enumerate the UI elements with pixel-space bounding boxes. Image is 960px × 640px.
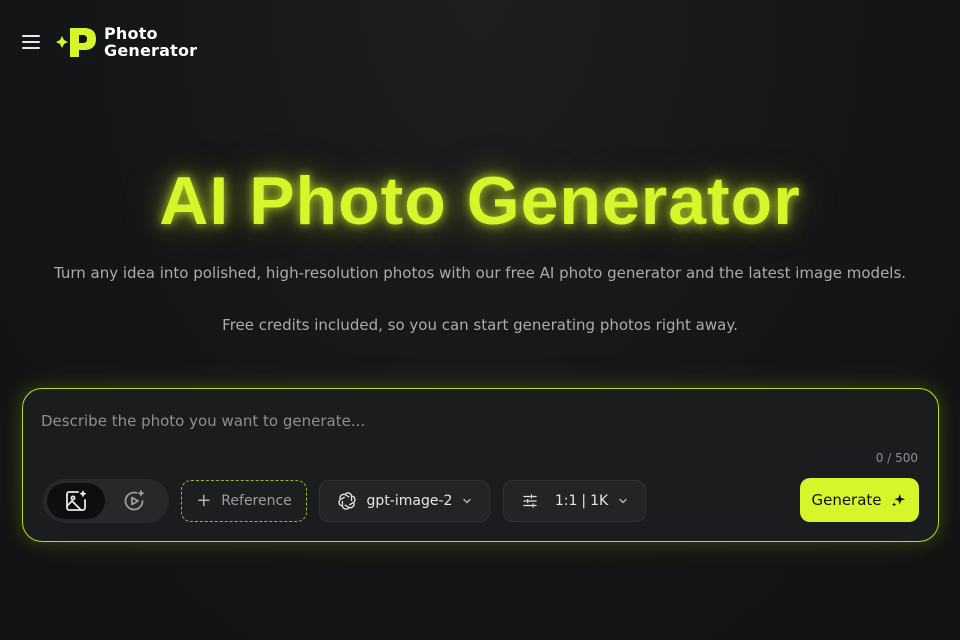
video-mode-button[interactable] bbox=[105, 483, 163, 519]
chevron-down-icon bbox=[463, 498, 472, 504]
reference-button[interactable]: + Reference bbox=[181, 480, 307, 522]
plus-icon: + bbox=[196, 490, 212, 511]
ratio-select[interactable]: 1:1 | 1K bbox=[503, 480, 646, 522]
resolution-label: 1K bbox=[590, 493, 609, 509]
hamburger-icon[interactable] bbox=[22, 35, 40, 49]
image-sparkle-icon bbox=[66, 490, 87, 511]
video-sparkle-icon bbox=[124, 490, 145, 511]
chevron-down-icon bbox=[619, 498, 627, 504]
credits-note: Free credits included, so you can start … bbox=[222, 316, 738, 334]
character-counter: 0 / 500 bbox=[875, 451, 918, 465]
prompt-card: 0 / 500 + Reference bbox=[22, 388, 939, 542]
model-select[interactable]: gpt-image-2 bbox=[319, 480, 490, 522]
generate-label: Generate bbox=[811, 491, 882, 509]
image-mode-button[interactable] bbox=[47, 483, 105, 519]
reference-label: Reference bbox=[221, 493, 292, 509]
site-header: Photo Generator bbox=[22, 24, 197, 60]
mode-toggle bbox=[43, 479, 169, 523]
sparkle-icon bbox=[891, 494, 905, 507]
ratio-separator: | bbox=[581, 493, 587, 509]
prompt-input[interactable] bbox=[41, 409, 901, 433]
logo[interactable]: Photo Generator bbox=[54, 24, 197, 60]
sliders-icon bbox=[523, 494, 537, 508]
ratio-label: 1:1 bbox=[554, 493, 578, 509]
logo-line-1: Photo bbox=[104, 24, 158, 43]
openai-icon bbox=[337, 492, 356, 510]
sparkle-p-logo-icon bbox=[56, 28, 96, 57]
page-title: AI Photo Generator bbox=[159, 163, 801, 239]
logo-line-2: Generator bbox=[104, 41, 198, 60]
model-label: gpt-image-2 bbox=[366, 493, 453, 509]
generate-button[interactable]: Generate bbox=[800, 478, 919, 522]
hero-subtitle: Turn any idea into polished, high-resolu… bbox=[53, 264, 907, 282]
